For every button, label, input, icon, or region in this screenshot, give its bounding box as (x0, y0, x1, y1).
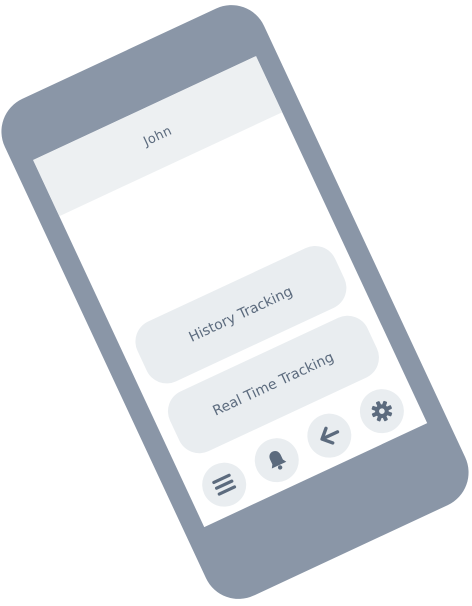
stage: John History Tracking Real Time Tracking (0, 0, 472, 606)
menu-button[interactable] (194, 455, 254, 514)
gear-icon (371, 400, 393, 422)
history-tracking-label: History Tracking (186, 283, 296, 346)
app-header: John (33, 56, 283, 217)
settings-button[interactable] (352, 381, 412, 441)
back-button[interactable] (300, 406, 359, 465)
phone-screen: John History Tracking Real Time Tracking (33, 56, 428, 528)
user-name: John (141, 123, 175, 150)
back-arrow-icon (320, 426, 340, 445)
notifications-button[interactable] (247, 430, 306, 490)
menu-icon (212, 473, 237, 496)
phone-frame: John History Tracking Real Time Tracking (0, 0, 472, 606)
real-time-tracking-label: Real Time Tracking (210, 349, 337, 420)
bell-icon (269, 450, 287, 470)
